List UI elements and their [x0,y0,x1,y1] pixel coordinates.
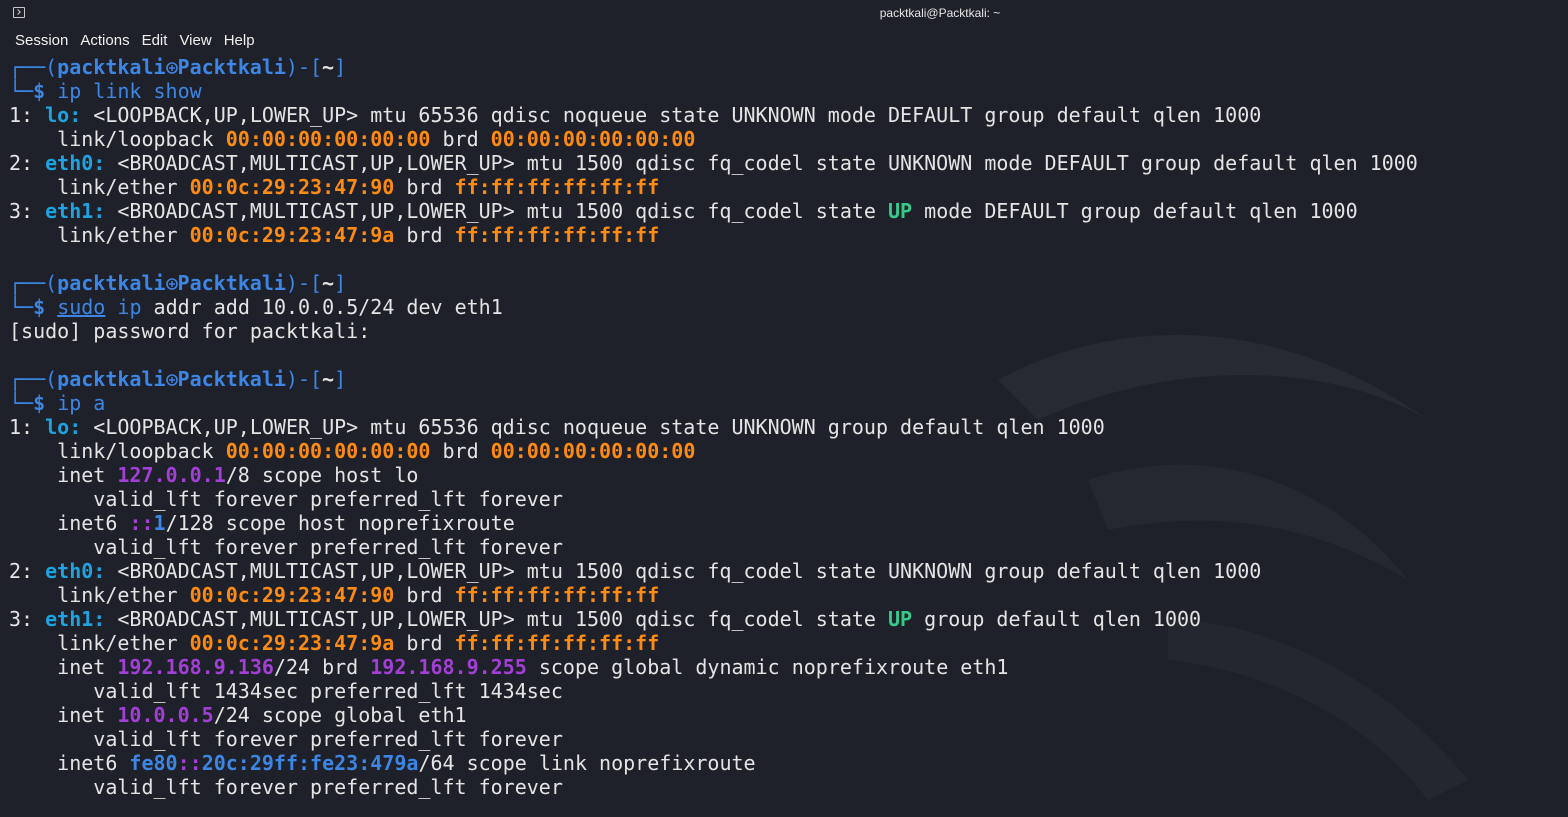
prompt-dir: ~ [322,271,335,295]
command-text: ip link show [57,79,202,103]
output-line: inet 192.168.9.136/24 brd 192.168.9.255 … [9,655,1009,679]
prompt-host: Packtkali [177,367,286,391]
kali-skull-icon [165,57,178,74]
prompt-line: ┌──(packtkali Packtkali)-[~] [9,55,347,79]
sudo-keyword: sudo [57,295,106,319]
command-line: └─$ sudo ip addr add 10.0.0.5/24 dev eth… [9,295,503,319]
output-line: valid_lft forever preferred_lft forever [9,775,563,799]
prompt-dir: ~ [322,55,335,79]
prompt-line: ┌──(packtkali Packtkali)-[~] [9,367,347,391]
output-line: inet6 ::1/128 scope host noprefixroute [9,511,515,535]
prompt-symbol: $ [33,295,46,319]
prompt-symbol: $ [33,79,46,103]
command-line: └─$ ip a [9,391,106,415]
output-line: valid_lft 1434sec preferred_lft 1434sec [9,679,563,703]
output-line: valid_lft forever preferred_lft forever [9,535,563,559]
output-line: 2: eth0: <BROADCAST,MULTICAST,UP,LOWER_U… [9,559,1262,583]
prompt-symbol: $ [33,391,46,415]
menu-help[interactable]: Help [218,32,261,49]
output-line: inet 10.0.0.5/24 scope global eth1 [9,703,467,727]
command-text: ip a [57,391,106,415]
command-line: └─$ ip link show [9,79,202,103]
output-line: link/ether 00:0c:29:23:47:90 brd ff:ff:f… [9,583,660,607]
prompt-user: packtkali [57,271,166,295]
output-line: link/loopback 00:00:00:00:00:00 brd 00:0… [9,127,696,151]
command-args: addr add 10.0.0.5/24 dev eth1 [153,295,503,319]
menu-view[interactable]: View [173,32,217,49]
output-line: inet6 fe80::20c:29ff:fe23:479a/64 scope … [9,751,756,775]
output-line: link/ether 00:0c:29:23:47:9a brd ff:ff:f… [9,631,660,655]
prompt-user: packtkali [57,55,166,79]
window-title: packtkali@Packtkali: ~ [879,6,1001,20]
prompt-user: packtkali [57,367,166,391]
menu-bar: Session Actions Edit View Help [0,28,1568,52]
output-line: link/loopback 00:00:00:00:00:00 brd 00:0… [9,439,696,463]
menu-session[interactable]: Session [9,32,74,49]
output-line: 3: eth1: <BROADCAST,MULTICAST,UP,LOWER_U… [9,607,1202,631]
kali-skull-icon [165,273,178,290]
kali-skull-icon [165,369,178,386]
output-line: 1: lo: <LOOPBACK,UP,LOWER_UP> mtu 65536 … [9,103,1262,127]
output-line: 3: eth1: <BROADCAST,MULTICAST,UP,LOWER_U… [9,199,1358,223]
sudo-password-prompt: [sudo] password for packtkali: [9,319,371,343]
menu-edit[interactable]: Edit [136,32,174,49]
ip-keyword: ip [117,295,142,319]
prompt-host: Packtkali [177,55,286,79]
output-line: inet 127.0.0.1/8 scope host lo [9,463,419,487]
terminal-output[interactable]: ┌──(packtkali Packtkali)-[~] └─$ ip link … [9,55,1564,815]
terminal-window: packtkali@Packtkali: ~ Session Actions E… [0,0,1568,817]
output-line: valid_lft forever preferred_lft forever [9,487,563,511]
output-line: 2: eth0: <BROADCAST,MULTICAST,UP,LOWER_U… [9,151,1418,175]
output-line: link/ether 00:0c:29:23:47:9a brd ff:ff:f… [9,223,660,247]
prompt-dir: ~ [322,367,335,391]
prompt-host: Packtkali [177,271,286,295]
output-line: valid_lft forever preferred_lft forever [9,727,563,751]
menu-actions[interactable]: Actions [74,32,135,49]
output-line: 1: lo: <LOOPBACK,UP,LOWER_UP> mtu 65536 … [9,415,1105,439]
output-line: link/ether 00:0c:29:23:47:90 brd ff:ff:f… [9,175,660,199]
title-bar: packtkali@Packtkali: ~ [0,0,1568,28]
prompt-line: ┌──(packtkali Packtkali)-[~] [9,271,347,295]
